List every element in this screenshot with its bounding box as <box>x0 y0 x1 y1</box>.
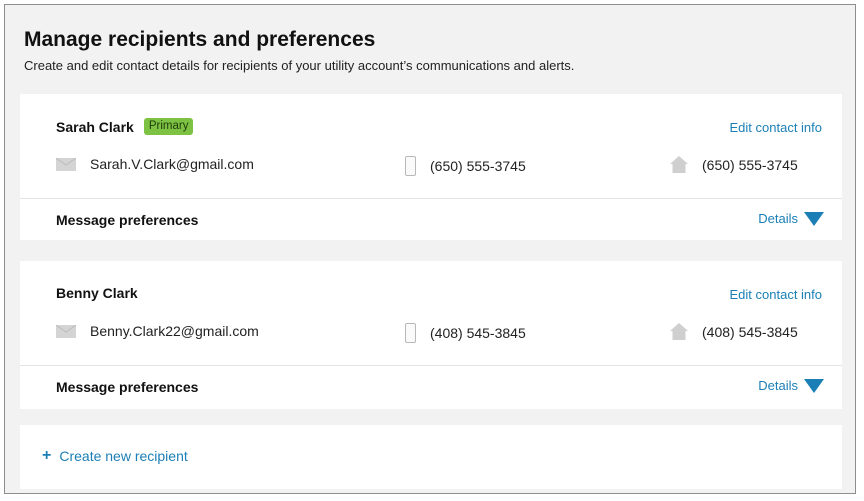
primary-badge: Primary <box>143 118 194 135</box>
contact-section: Benny Clark Edit contact info Benny.Clar… <box>20 261 842 366</box>
page-subtitle: Create and edit contact details for reci… <box>24 58 575 73</box>
mobile-info: (650) 555-3745 <box>405 156 526 176</box>
create-new-recipient-label: Create new recipient <box>59 448 188 464</box>
home-phone-info: (408) 545-3845 <box>670 323 798 340</box>
page-frame: Manage recipients and preferences Create… <box>4 4 856 494</box>
recipient-name: Sarah Clark <box>56 118 134 135</box>
recipient-name: Benny Clark <box>56 285 138 301</box>
email-value: Benny.Clark22@gmail.com <box>90 323 259 339</box>
mobile-phone-icon <box>405 156 416 176</box>
create-recipient-card: + Create new recipient <box>20 425 842 489</box>
message-preferences-row[interactable]: Message preferences Details <box>20 199 842 241</box>
page-title: Manage recipients and preferences <box>24 28 376 51</box>
details-toggle[interactable]: Details <box>758 378 824 393</box>
recipient-name-row: Benny Clark <box>56 285 138 301</box>
envelope-icon <box>55 324 77 338</box>
message-preferences-label: Message preferences <box>56 379 199 395</box>
mobile-info: (408) 545-3845 <box>405 323 526 343</box>
details-toggle[interactable]: Details <box>758 211 824 226</box>
email-info: Sarah.V.Clark@gmail.com <box>55 156 254 172</box>
triangle-down-icon <box>804 378 824 393</box>
recipient-card: Benny Clark Edit contact info Benny.Clar… <box>20 261 842 409</box>
envelope-icon <box>55 157 77 171</box>
mobile-value: (650) 555-3745 <box>430 158 526 174</box>
message-preferences-label: Message preferences <box>56 212 199 228</box>
details-label: Details <box>758 211 798 226</box>
house-icon <box>670 323 688 340</box>
mobile-value: (408) 545-3845 <box>430 325 526 341</box>
plus-icon: + <box>42 447 52 464</box>
details-label: Details <box>758 378 798 393</box>
triangle-down-icon <box>804 211 824 226</box>
mobile-phone-icon <box>405 323 416 343</box>
edit-contact-info-link[interactable]: Edit contact info <box>730 287 823 302</box>
home-phone-value: (650) 555-3745 <box>702 156 798 173</box>
home-phone-info: (650) 555-3745 <box>670 156 798 173</box>
recipient-card: Sarah Clark Primary Edit contact info Sa… <box>20 94 842 240</box>
message-preferences-row[interactable]: Message preferences Details <box>20 366 842 408</box>
house-icon <box>670 156 688 173</box>
edit-contact-info-link[interactable]: Edit contact info <box>730 120 823 135</box>
email-value: Sarah.V.Clark@gmail.com <box>90 156 254 172</box>
contact-section: Sarah Clark Primary Edit contact info Sa… <box>20 94 842 199</box>
create-new-recipient-button[interactable]: + Create new recipient <box>42 447 188 465</box>
email-info: Benny.Clark22@gmail.com <box>55 323 259 339</box>
recipient-name-row: Sarah Clark Primary <box>56 118 194 135</box>
page-header: Manage recipients and preferences Create… <box>24 27 574 73</box>
home-phone-value: (408) 545-3845 <box>702 323 798 340</box>
